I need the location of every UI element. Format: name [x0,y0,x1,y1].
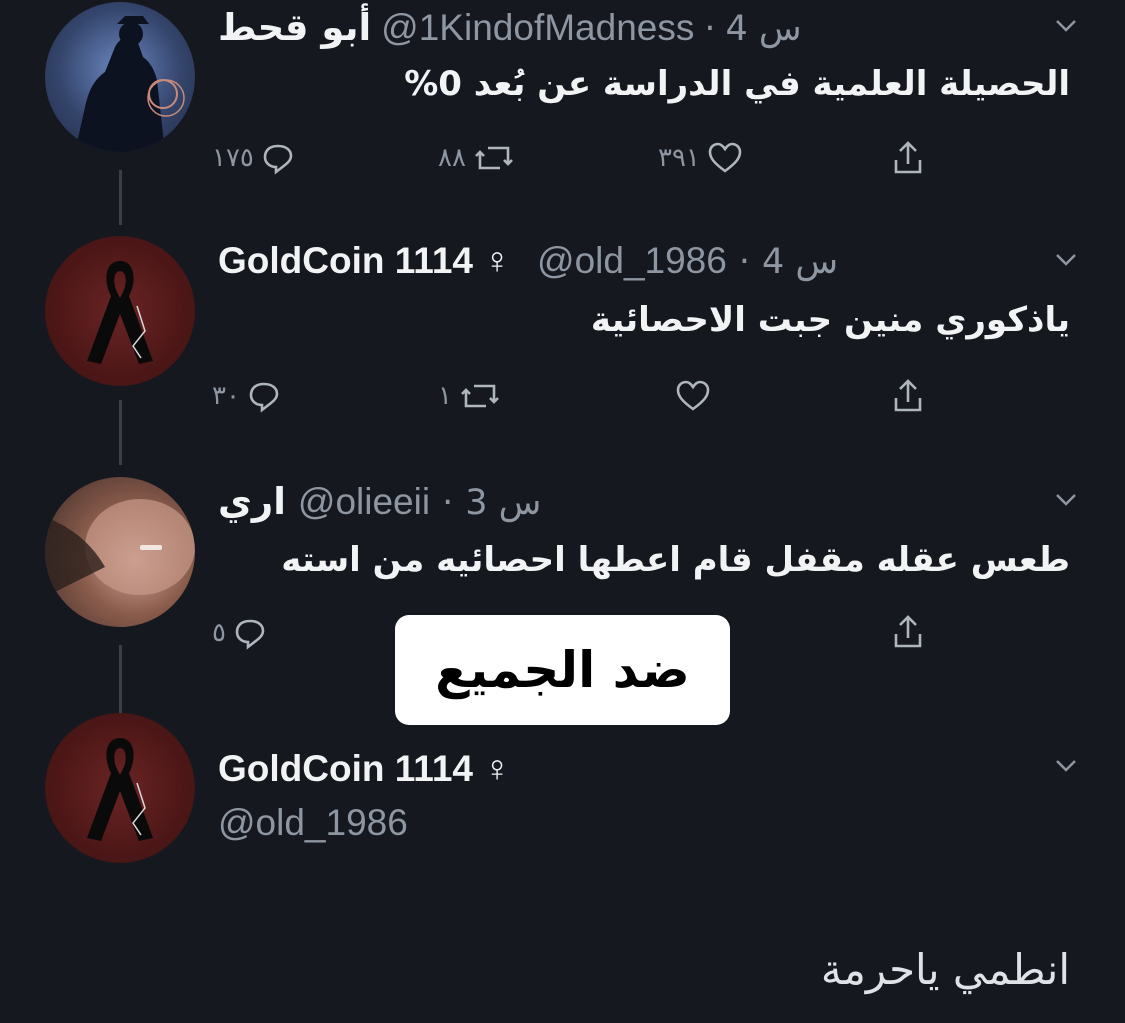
dot-separator: · [704,9,716,49]
avatar[interactable] [45,236,195,386]
user-handle[interactable]: @old_1986 [537,240,727,282]
chevron-down-icon[interactable] [1053,752,1079,778]
reply-text: انطمي ياحرمة [820,945,1070,994]
like-button[interactable] [668,378,712,414]
share-icon [888,376,928,416]
ribbon-icon [87,738,153,841]
like-icon [706,140,744,176]
chevron-down-icon[interactable] [1053,12,1079,38]
face-photo-icon [45,499,195,597]
chevron-down-icon[interactable] [1053,246,1079,272]
display-name[interactable]: أبو قحط [218,6,371,49]
ribbon-icon [87,261,153,364]
share-button[interactable] [888,376,928,416]
reply-icon [232,615,268,651]
tweet-time: 4 س [761,242,839,282]
retweet-count: ٨٨ [438,143,466,173]
avatar[interactable] [45,713,195,863]
tweet-time: 3 س [465,483,542,523]
tweet-text: طعس عقله مقفل قام اعطها احصائيه من استه [281,540,1070,580]
like-button[interactable]: ٣٩١ [658,140,744,176]
overlay-label-text: ضد الجميع [435,641,690,699]
reply-count: ٥ [212,618,226,648]
share-icon [888,138,928,178]
thread-line [119,400,122,465]
retweet-button[interactable]: ٨٨ [438,140,516,176]
reply-button[interactable]: ١٧٥ [212,140,296,176]
dot-separator: · [442,483,454,523]
share-button[interactable] [888,138,928,178]
chevron-down-icon[interactable] [1053,486,1079,512]
thread-line [119,170,122,225]
reply-icon [246,378,282,414]
retweet-icon [458,378,502,414]
share-icon [888,612,928,652]
avatar[interactable] [45,2,195,152]
reply-button[interactable]: ٥ [212,615,268,651]
reply-button[interactable]: ٣٠ [212,378,282,414]
reply-icon [260,140,296,176]
reply-count: ١٧٥ [212,143,254,173]
user-handle[interactable]: @1KindofMadness [381,7,694,49]
dot-separator: · [738,242,750,282]
display-name[interactable]: GoldCoin 1114 ♀ [218,748,511,789]
tweet-time: 4 س [725,9,802,49]
avatar[interactable] [45,477,195,627]
like-icon [674,378,712,414]
thread-line [119,645,122,715]
retweet-count: ١ [438,381,452,411]
rider-silhouette-icon [75,16,185,152]
user-handle[interactable]: @old_1986 [218,802,408,843]
overlay-label: ضد الجميع [395,615,730,725]
share-button[interactable] [888,612,928,652]
tweet-text: الحصيلة العلمية في الدراسة عن بُعد 0% [404,64,1070,104]
reply-count: ٣٠ [212,381,240,411]
display-name[interactable]: GoldCoin 1114 ♀ [218,240,511,282]
tweet-text: ياذكوري منين جبت الاحصائية [590,300,1070,340]
user-handle[interactable]: @olieeii [298,481,430,523]
like-count: ٣٩١ [658,143,700,173]
retweet-button[interactable]: ١ [438,378,502,414]
display-name[interactable]: اري [218,480,286,523]
retweet-icon [472,140,516,176]
